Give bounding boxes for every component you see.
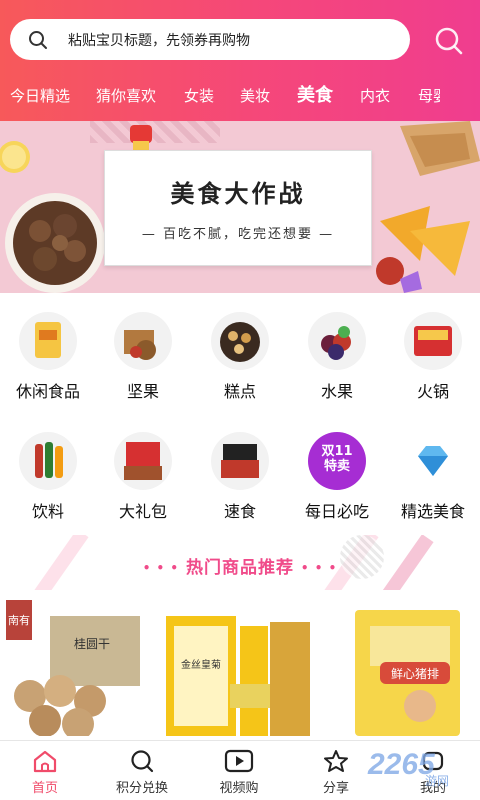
category-featured[interactable]: 精选美食 [385,432,480,522]
nav-video[interactable]: 视频购 [194,749,284,796]
banner-title: 美食大作战 [170,180,306,208]
category-tabs: 今日精选 猜你喜欢 女装 美妆 美食 内衣 母婴 [0,78,480,183]
category-daily[interactable]: 双11 特卖 每日必吃 [289,432,385,522]
gift-pack-icon [114,432,172,490]
category-gift-pack[interactable]: 大礼包 [95,432,191,522]
fruit-icon [308,312,366,370]
banner-card: 美食大作战 — 百吃不腻，吃完还想要 — [104,150,372,266]
product-card[interactable]: 金丝皇菊 [160,596,315,736]
nav-home[interactable]: 首页 [0,749,90,796]
tab-women[interactable]: 女装 [184,78,214,114]
pastry-icon [211,312,269,370]
nav-points[interactable]: 积分兑换 [97,749,187,796]
longan-product-image: 南有 桂圆干 [6,600,140,736]
category-fast-food[interactable]: 速食 [192,432,288,522]
snacks-icon [19,312,77,370]
category-drinks[interactable]: 饮料 [0,432,96,522]
home-icon [33,750,57,773]
promo-banner[interactable]: 美食大作战 — 百吃不腻，吃完还想要 — [0,121,480,293]
product-card[interactable]: 鲜心猪排 [340,596,480,736]
diamond-icon [404,432,462,490]
tab-beauty[interactable]: 美妆 [240,78,270,114]
section-title: 热门商品推荐 [186,558,294,578]
badge-line2: 特卖 [323,459,350,474]
svg-text:桂圆干: 桂圆干 [74,636,110,651]
chips-image [376,206,470,293]
search-icon-alt[interactable] [434,26,464,56]
hot-products-header: • • • 热门商品推荐 • • • [0,535,480,590]
svg-text:金丝皇菊: 金丝皇菊 [181,658,221,671]
tab-underwear[interactable]: 内衣 [360,78,390,114]
hotpot-icon [404,312,462,370]
search-icon [29,30,47,49]
category-fruit[interactable]: 水果 [289,312,385,402]
svg-text:南有: 南有 [8,613,30,627]
tab-food[interactable]: 美食 [297,78,333,114]
drinks-icon [19,432,77,490]
category-nuts[interactable]: 坚果 [95,312,191,402]
watermark-cn: 游网 [425,774,450,788]
video-play-icon [224,749,254,773]
nuts-icon [114,312,172,370]
header-bar: 粘贴宝贝标题，先领券再购物 今日精选 猜你喜欢 女装 美妆 美食 内衣 母婴 [0,0,480,183]
double11-badge-icon: 双11 特卖 [308,432,366,490]
svg-text:鲜心猪排: 鲜心猪排 [391,667,439,681]
snack-bag-image: 鲜心猪排 [355,610,460,736]
star-share-icon [324,750,348,772]
category-snacks[interactable]: 休闲食品 [0,312,96,402]
fast-food-icon [211,432,269,490]
tab-guess[interactable]: 猜你喜欢 [96,78,156,114]
search-points-icon [131,750,154,773]
category-hotpot[interactable]: 火锅 [385,312,480,402]
tab-today[interactable]: 今日精选 [10,78,70,114]
badge-line1: 双11 [321,444,353,459]
tab-baby[interactable]: 母婴 [418,78,440,114]
search-placeholder: 粘贴宝贝标题，先领券再购物 [68,32,250,49]
search-bar[interactable]: 粘贴宝贝标题，先领券再购物 [10,19,410,60]
banner-subtitle: — 百吃不腻，吃完还想要 — [141,227,335,242]
product-card[interactable]: 南有 桂圆干 [0,596,150,736]
cookies-image [400,121,480,176]
mushroom-plate-image [5,193,105,293]
category-pastry[interactable]: 糕点 [192,312,288,402]
lemon-image [0,141,30,173]
chrysanthemum-tea-image: 金丝皇菊 [166,616,310,736]
